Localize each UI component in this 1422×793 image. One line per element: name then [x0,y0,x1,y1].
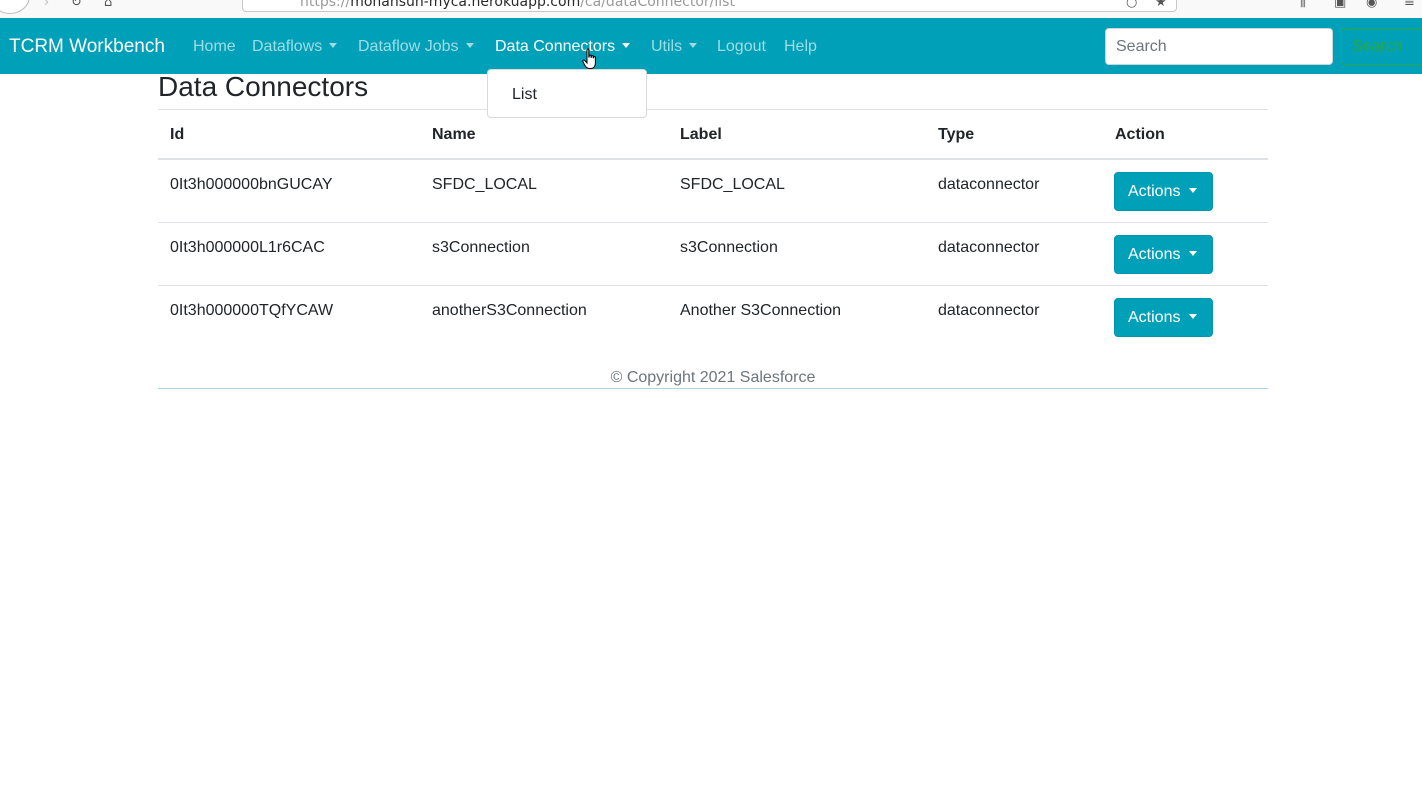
account-icon[interactable]: ◉ [1366,0,1377,10]
bookmark-star-icon[interactable]: ★ [1155,0,1167,10]
hand-cursor-icon [582,48,596,69]
cell-id: 0It3h000000bnGUCAY [170,176,333,193]
home-icon[interactable]: ⌂ [104,0,112,10]
nav-logout[interactable]: Logout [717,37,766,57]
caret-down-icon [465,43,474,48]
library-icon[interactable]: ⫼ [1300,0,1306,10]
page-title: Data Connectors [158,71,369,102]
column-header-label: Label [680,126,722,143]
nav-data-connectors[interactable]: Data Connectors [495,37,631,57]
search-button[interactable]: Search [1341,28,1422,65]
nav-home[interactable]: Home [193,37,236,57]
row-divider [158,222,1268,223]
sidebar-icon[interactable]: ▣ [1334,0,1346,10]
nav-utils[interactable]: Utils [651,37,698,57]
caret-down-icon [689,43,698,48]
actions-button[interactable]: Actions [1114,298,1213,337]
footer-copyright: © Copyright 2021 Salesforce [610,369,816,386]
cell-name: SFDC_LOCAL [432,176,537,193]
cell-name: s3Connection [432,239,530,256]
actions-button[interactable]: Actions [1114,235,1213,274]
back-button[interactable] [0,0,30,14]
caret-down-icon [1189,187,1198,193]
nav-dataflow-jobs[interactable]: Dataflow Jobs [358,37,474,57]
url-text: https://mohansun-myca.herokuapp.com/ca/d… [300,0,735,10]
nav-help[interactable]: Help [784,37,817,57]
table-top-divider [158,109,1268,110]
cell-id: 0It3h000000TQfYCAW [170,302,334,319]
menu-icon[interactable]: ≡ [1404,0,1415,10]
caret-down-icon [1189,313,1198,319]
caret-down-icon [329,43,338,48]
cell-label: s3Connection [680,239,778,256]
column-header-name: Name [432,126,476,143]
browser-toolbar: › ↻ ⌂ https://mohansun-myca.herokuapp.co… [0,0,1422,18]
navbar: TCRM Workbench Home Dataflows Dataflow J… [0,18,1422,74]
caret-down-icon [622,43,631,48]
data-connectors-dropdown: List [487,69,647,118]
actions-button[interactable]: Actions [1114,172,1213,211]
footer-divider [158,388,1268,389]
column-header-type: Type [938,126,975,143]
header-divider [158,158,1268,160]
cell-type: dataconnector [938,302,1040,319]
cell-label: SFDC_LOCAL [680,176,785,193]
brand[interactable]: TCRM Workbench [9,36,165,58]
caret-down-icon [1189,250,1198,256]
cell-type: dataconnector [938,176,1040,193]
reload-icon[interactable]: ↻ [71,0,82,10]
search-input[interactable] [1105,28,1333,65]
column-header-id: Id [170,126,185,143]
nav-dataflows[interactable]: Dataflows [252,37,338,57]
cell-type: dataconnector [938,239,1040,256]
cell-label: Another S3Connection [680,302,841,319]
column-header-action: Action [1115,126,1165,143]
row-divider [158,285,1268,286]
forward-icon[interactable]: › [44,0,49,10]
cell-id: 0It3h000000L1r6CAC [170,239,325,256]
dropdown-item-list[interactable]: List [512,85,537,105]
cell-name: anotherS3Connection [432,302,587,319]
reader-icon[interactable]: ○ [1126,0,1137,10]
